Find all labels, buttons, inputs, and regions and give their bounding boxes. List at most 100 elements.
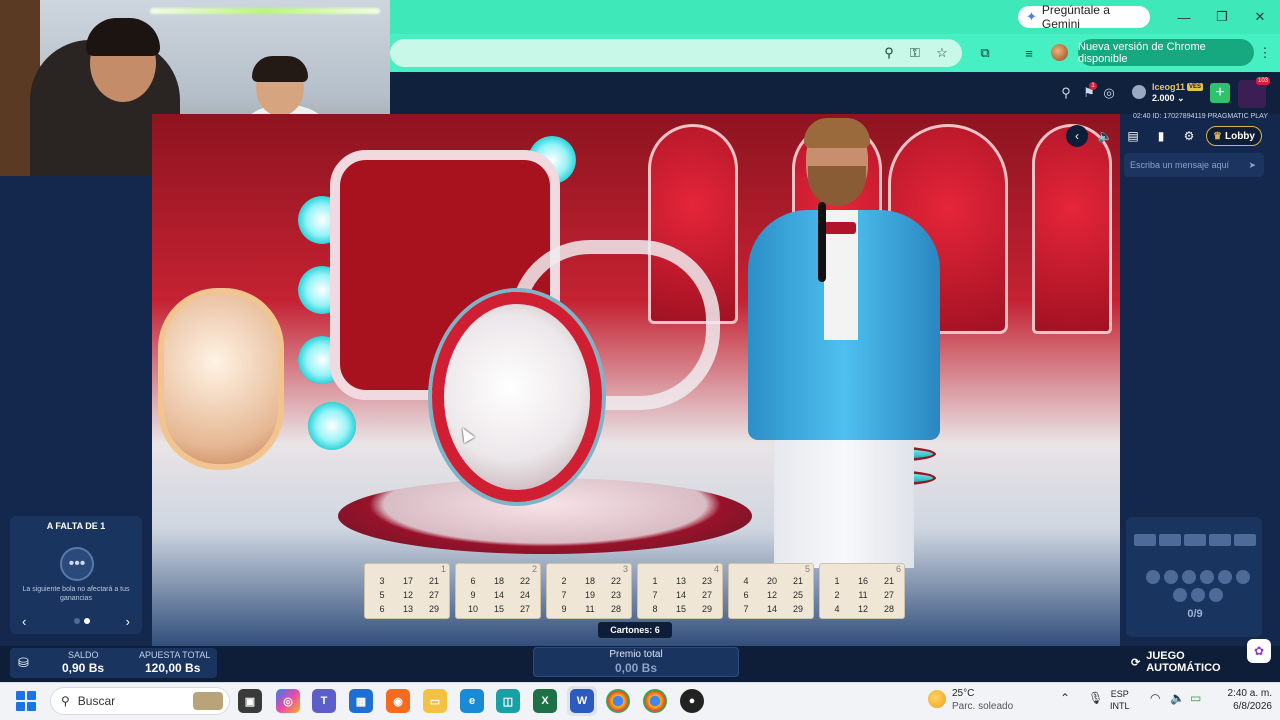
card-cell: 7 (652, 590, 658, 600)
close-icon[interactable]: ✕ (1244, 6, 1276, 28)
card-cell: 2 (834, 590, 840, 600)
card-cell: 11 (585, 604, 595, 614)
card-grid: 6 18 22 9 14 24 10 15 27 (460, 574, 538, 616)
card-cell: 25 (792, 590, 803, 600)
bingo-card[interactable]: 5 4 20 21 6 12 25 7 14 29 (728, 563, 814, 619)
bookmark-star-icon[interactable]: ☆ (933, 44, 951, 62)
taskbar-search[interactable]: ⚲ Buscar (50, 687, 230, 715)
deposit-button[interactable]: + (1210, 83, 1230, 103)
card-number: 3 (622, 564, 628, 574)
autoplay-button[interactable]: ⟳ JUEGO AUTOMÁTICO (1125, 650, 1255, 674)
card-cell: 12 (857, 604, 868, 614)
header-balance[interactable]: 2.000 ⌄ (1152, 93, 1185, 104)
card-cell: 4 (834, 604, 840, 614)
more-menu-icon[interactable]: ⋮ (1256, 44, 1274, 62)
file-explorer-icon[interactable]: ▭ (423, 689, 447, 713)
apuesta-label: APUESTA TOTAL (139, 650, 211, 660)
prev-arrow-icon[interactable]: ‹ (22, 614, 26, 629)
gemini-spark-icon: ✦ (1026, 9, 1037, 24)
profile-avatar[interactable] (1051, 44, 1068, 61)
lang-line1: ESP (1110, 689, 1129, 699)
speaker-icon[interactable]: 🔈 (1170, 691, 1185, 705)
battery-icon[interactable]: ▭ (1190, 691, 1201, 705)
floating-chat-icon[interactable]: ✿ (1247, 639, 1271, 663)
send-icon[interactable]: ➤ (1248, 160, 1256, 171)
volume-icon[interactable]: 🔈 (1094, 125, 1116, 147)
chat-icon[interactable]: ▮ (1150, 125, 1172, 147)
pager-dot[interactable] (74, 618, 80, 624)
card-number: 5 (804, 564, 810, 574)
card-cell: 6 (743, 590, 749, 600)
address-bar[interactable] (390, 39, 962, 67)
chrome-extra-icon[interactable]: ● (680, 689, 704, 713)
zoom-icon[interactable]: ⚲ (880, 44, 898, 62)
excel-icon[interactable]: X (533, 689, 557, 713)
card-cell: 5 (379, 590, 385, 600)
windows-start-icon[interactable] (16, 691, 36, 711)
bingo-card[interactable]: 2 6 18 22 9 14 24 10 15 27 (455, 563, 541, 619)
called-slot (1209, 534, 1231, 546)
tray-chevron-icon[interactable]: ⌃ (1060, 691, 1070, 705)
card-cell: 7 (561, 590, 567, 600)
chrome-icon[interactable] (606, 689, 630, 713)
bingo-card[interactable]: 6 1 16 21 2 11 27 4 12 28 (819, 563, 905, 619)
firefox-icon[interactable]: ◉ (386, 689, 410, 713)
teal-app-icon[interactable]: ◫ (496, 689, 520, 713)
prize-value: 0,00 Bs (614, 661, 658, 675)
wifi-icon[interactable]: ◠ (1150, 691, 1160, 705)
teams-icon[interactable]: T (312, 689, 336, 713)
copilot-icon[interactable]: ◎ (276, 689, 300, 713)
card-number: 1 (440, 564, 446, 574)
media-queue-icon[interactable]: ≡ (1020, 44, 1038, 62)
remaining-pager: ‹ › (14, 614, 138, 629)
chrome-profile-icon[interactable] (643, 689, 667, 713)
search-icon[interactable]: ⚲ (1057, 84, 1075, 102)
input-language[interactable]: ESP INTL (1110, 688, 1130, 712)
minimize-icon[interactable]: — (1168, 6, 1200, 28)
password-key-icon[interactable]: ⚿ (906, 44, 924, 62)
settings-gear-icon[interactable]: ⚙ (1178, 125, 1200, 147)
back-icon[interactable]: ‹ (1066, 125, 1088, 147)
called-slot (1184, 534, 1206, 546)
ball-counter: 0/9 (1187, 608, 1203, 620)
restore-icon[interactable]: ❐ (1206, 6, 1238, 28)
chips-icon[interactable]: ⛁ (18, 655, 29, 671)
card-number: 2 (531, 564, 537, 574)
card-cell: 9 (561, 604, 567, 614)
bingo-card[interactable]: 4 1 13 23 7 14 27 8 15 29 (637, 563, 723, 619)
store-icon[interactable]: ▦ (349, 689, 373, 713)
saldo-label: SALDO (68, 650, 99, 660)
weather-sun-icon[interactable] (928, 690, 946, 708)
chat-input[interactable]: Escriba un mensaje aquí ➤ (1124, 153, 1264, 177)
clock-date[interactable]: 6/8/2026 (1212, 701, 1272, 712)
card-cell: 8 (652, 604, 658, 614)
waiting-dots-icon: ••• (60, 547, 94, 581)
card-cell: 1 (652, 576, 658, 586)
next-arrow-icon[interactable]: › (126, 614, 130, 629)
bingo-card[interactable]: 3 2 18 22 7 19 23 9 11 28 (546, 563, 632, 619)
bingo-card[interactable]: 1 3 17 21 5 12 27 6 13 29 (364, 563, 450, 619)
card-cell: 29 (428, 604, 439, 614)
chrome-update-button[interactable]: Nueva versión de Chrome disponible (1078, 39, 1254, 66)
history-icon[interactable]: ▤ (1122, 125, 1144, 147)
card-cell: 13 (402, 604, 413, 614)
game-header (390, 72, 1280, 114)
extensions-icon[interactable]: ⧉ (976, 44, 994, 62)
lobby-button[interactable]: ♛ Lobby (1206, 126, 1262, 146)
word-icon[interactable]: W (570, 689, 594, 713)
search-highlight-image (193, 692, 223, 710)
clock-time[interactable]: 2:40 a. m. (1212, 688, 1272, 699)
edge-icon[interactable]: e (460, 689, 484, 713)
called-slot (1134, 534, 1156, 546)
username: Iceog11 (1152, 82, 1186, 92)
card-cell: 21 (883, 576, 894, 586)
autoplay-label: JUEGO AUTOMÁTICO (1146, 650, 1221, 674)
card-cell: 14 (675, 590, 686, 600)
card-cell: 20 (766, 576, 777, 586)
pager-dot-active[interactable] (84, 618, 90, 624)
ball-dots (1138, 570, 1258, 602)
microphone-icon[interactable]: 🎙 (1088, 691, 1103, 705)
task-view-icon[interactable]: ▣ (238, 689, 262, 713)
gemini-button[interactable]: ✦ Pregúntale a Gemini (1018, 3, 1150, 31)
support-icon[interactable]: ◎ (1100, 84, 1118, 102)
